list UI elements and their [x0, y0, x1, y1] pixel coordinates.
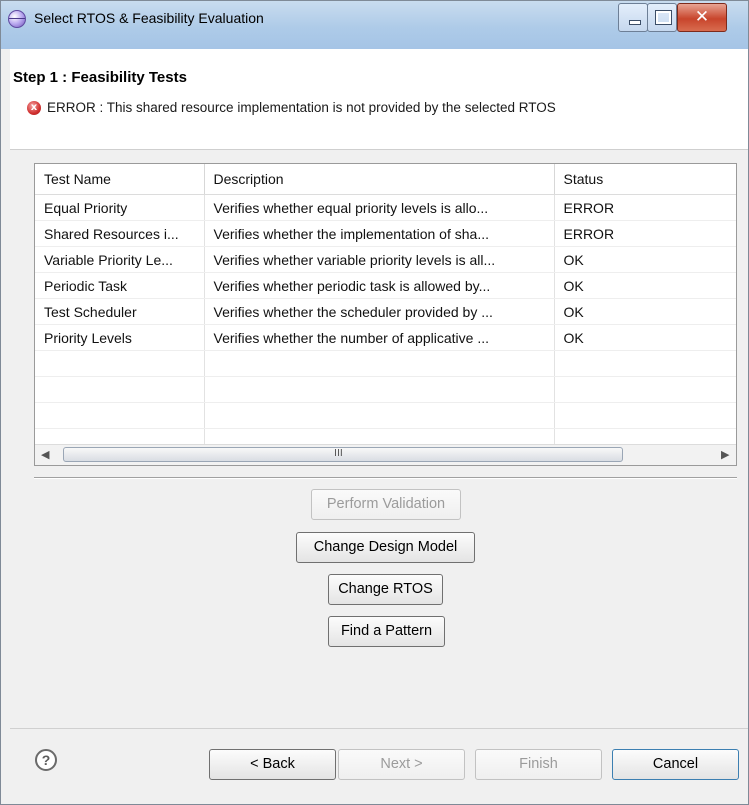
status-cell: ERROR: [554, 220, 736, 247]
title-bar: Select RTOS & Feasibility Evaluation ✕: [1, 1, 748, 49]
table-header-row: Test Name Description Status: [35, 164, 736, 195]
table-row[interactable]: Equal Priority Verifies whether equal pr…: [35, 194, 736, 221]
empty-table-row: [35, 376, 736, 403]
status-cell: ERROR: [554, 194, 736, 221]
page-title: Step 1 : Feasibility Tests: [13, 69, 187, 86]
help-icon[interactable]: ?: [35, 749, 57, 771]
error-message: ERROR : This shared resource implementat…: [47, 100, 556, 115]
scroll-right-icon[interactable]: ▶: [721, 448, 729, 461]
description-cell: Verifies whether equal priority levels i…: [204, 194, 555, 221]
feasibility-tests-table: Test Name Description Status Equal Prior…: [34, 163, 737, 466]
description-cell: Verifies whether the scheduler provided …: [204, 298, 555, 325]
description-cell: Verifies whether periodic task is allowe…: [204, 272, 555, 299]
find-a-pattern-button[interactable]: Find a Pattern: [328, 616, 445, 647]
status-cell: OK: [554, 324, 736, 351]
minimize-button[interactable]: [618, 3, 648, 32]
close-button[interactable]: ✕: [677, 3, 727, 32]
scrollbar-thumb[interactable]: III: [63, 447, 623, 462]
test-name-cell: Periodic Task: [35, 272, 205, 299]
change-design-model-button[interactable]: Change Design Model: [296, 532, 475, 563]
status-cell: OK: [554, 272, 736, 299]
close-icon: ✕: [694, 7, 710, 27]
test-name-cell: Test Scheduler: [35, 298, 205, 325]
test-name-cell: Variable Priority Le...: [35, 246, 205, 273]
table-row[interactable]: Shared Resources i... Verifies whether t…: [35, 220, 736, 247]
test-name-cell: Equal Priority: [35, 194, 205, 221]
separator: [34, 477, 737, 479]
scroll-left-icon[interactable]: ◀: [41, 448, 49, 461]
eclipse-app-icon: [8, 10, 26, 28]
wizard-window: Select RTOS & Feasibility Evaluation ✕ S…: [0, 0, 749, 805]
cancel-button[interactable]: Cancel: [612, 749, 739, 780]
description-cell: Verifies whether the number of applicati…: [204, 324, 555, 351]
test-name-cell: Shared Resources i...: [35, 220, 205, 247]
empty-table-row: [35, 402, 736, 429]
column-header-status[interactable]: Status: [554, 164, 736, 195]
empty-table-row: [35, 350, 736, 377]
column-header-description[interactable]: Description: [204, 164, 555, 195]
horizontal-scrollbar[interactable]: ◀ III ▶: [35, 444, 736, 465]
maximize-button[interactable]: [647, 3, 677, 32]
perform-validation-button[interactable]: Perform Validation: [311, 489, 461, 520]
status-cell: OK: [554, 298, 736, 325]
description-cell: Verifies whether variable priority level…: [204, 246, 555, 273]
window-title: Select RTOS & Feasibility Evaluation: [34, 10, 264, 26]
back-button[interactable]: < Back: [209, 749, 336, 780]
test-name-cell: Priority Levels: [35, 324, 205, 351]
error-icon: x: [27, 101, 41, 115]
column-header-test-name[interactable]: Test Name: [35, 164, 205, 195]
table-row[interactable]: Periodic Task Verifies whether periodic …: [35, 272, 736, 299]
change-rtos-button[interactable]: Change RTOS: [328, 574, 443, 605]
table-row[interactable]: Priority Levels Verifies whether the num…: [35, 324, 736, 351]
next-button[interactable]: Next >: [338, 749, 465, 780]
table-row[interactable]: Test Scheduler Verifies whether the sche…: [35, 298, 736, 325]
footer-separator: [10, 728, 748, 729]
finish-button[interactable]: Finish: [475, 749, 602, 780]
scroll-grip-icon: III: [334, 448, 343, 459]
status-cell: OK: [554, 246, 736, 273]
wizard-header: Step 1 : Feasibility Tests x ERROR : Thi…: [10, 49, 748, 150]
table-row[interactable]: Variable Priority Le... Verifies whether…: [35, 246, 736, 273]
description-cell: Verifies whether the implementation of s…: [204, 220, 555, 247]
